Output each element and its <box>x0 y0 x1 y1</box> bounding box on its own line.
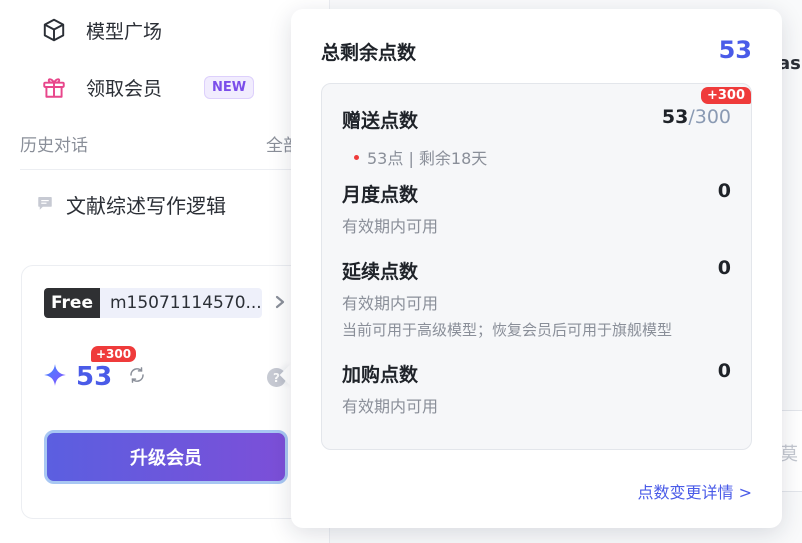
monthly-points-value: 0 <box>717 180 731 202</box>
gift-points-current: 53 <box>661 106 689 128</box>
plan-row[interactable]: Free m15071114570... <box>44 288 286 318</box>
chevron-right-icon[interactable] <box>274 294 286 313</box>
carryover-points-title: 延续点数 <box>342 261 419 283</box>
plan-badge: Free <box>44 288 100 318</box>
sparkle-icon <box>42 362 68 392</box>
gift-icon <box>40 73 68 101</box>
refresh-icon[interactable] <box>128 366 146 388</box>
gift-points-title: 赠送点数 <box>342 110 419 132</box>
nav-item-claim-membership[interactable]: 领取会员 NEW <box>40 67 255 107</box>
gift-points-note-text: 53点 | 剩余18天 <box>367 149 488 168</box>
gift-points-total: /300 <box>688 106 731 128</box>
points-row: 53 <box>42 362 146 392</box>
gift-points-bonus-badge: +300 <box>700 87 751 104</box>
bullet-dot-icon <box>354 154 359 160</box>
gift-points-value: 53/300 <box>662 106 731 128</box>
carryover-points-sub: 有效期内可用 <box>342 294 439 313</box>
points-history-link[interactable]: 点数变更详情 > <box>638 479 753 503</box>
points-breakdown: +300 赠送点数 53/300 53点 | 剩余18天 月度点数 0 有效期内… <box>321 83 752 450</box>
total-points-value: 53 <box>718 36 752 64</box>
history-section-label: 历史对话 <box>20 136 88 156</box>
carryover-points-note: 当前可用于高级模型；恢复会员后可用于旗舰模型 <box>342 321 673 339</box>
divider <box>20 169 330 170</box>
history-item[interactable]: 文献综述写作逻辑 <box>36 190 226 219</box>
addon-points-sub: 有效期内可用 <box>342 397 439 416</box>
sidebar: 模型广场 领取会员 NEW 历史对话 全部 文献综述写作逻辑 Free m150… <box>0 0 330 543</box>
nav-item-model-square[interactable]: 模型广场 <box>40 10 162 50</box>
history-item-label: 文献综述写作逻辑 <box>66 194 226 218</box>
addon-points-title: 加购点数 <box>342 364 419 386</box>
upgrade-membership-button[interactable]: 升级会员 <box>44 430 288 484</box>
carryover-points-value: 0 <box>717 257 731 279</box>
monthly-points-sub: 有效期内可用 <box>342 217 439 236</box>
points-value: 53 <box>76 362 113 392</box>
points-popover: 总剩余点数 53 +300 赠送点数 53/300 53点 | 剩余18天 月度… <box>291 9 782 528</box>
points-bonus-badge: +300 <box>91 346 137 362</box>
addon-points-value: 0 <box>717 360 731 382</box>
background-text: 莫 <box>780 444 798 465</box>
popover-title: 总剩余点数 <box>321 42 417 64</box>
username: m15071114570... <box>99 288 262 318</box>
nav-label: 领取会员 <box>86 77 163 100</box>
gift-points-note: 53点 | 剩余18天 <box>354 145 487 169</box>
account-card: Free m15071114570... +300 53 ? 升级会员 <box>21 265 321 519</box>
chat-bubble-icon <box>36 193 54 217</box>
cube-icon <box>40 16 68 44</box>
monthly-points-title: 月度点数 <box>342 184 419 206</box>
new-badge: NEW <box>204 75 255 99</box>
nav-label: 模型广场 <box>86 20 163 43</box>
